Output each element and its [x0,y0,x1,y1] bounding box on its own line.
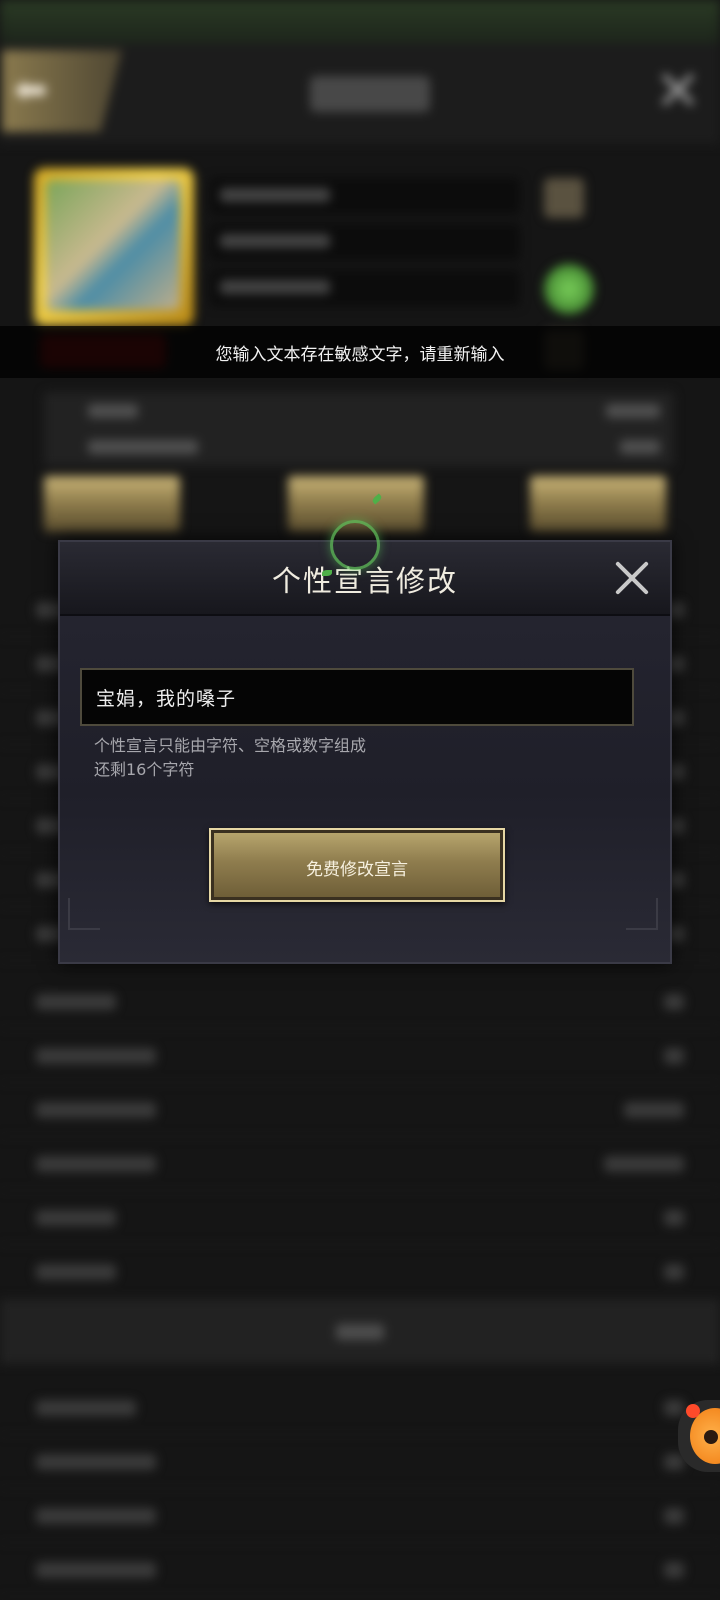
rule-hint: 个性宣言只能由字符、空格或数字组成 [94,736,367,755]
back-arrow-icon: ⬅ [14,67,48,113]
corner-ornament [68,898,100,930]
notification-dot [686,1404,700,1418]
remaining-count: 还剩16个字符 [94,760,195,779]
list-item [0,974,720,1029]
motto-input[interactable] [94,678,618,716]
list-item [0,1244,720,1299]
close-icon[interactable]: ✕ [648,62,708,122]
edit-icon[interactable] [544,178,584,218]
list-item [0,1082,720,1137]
info-row [210,178,520,214]
stat-panel [44,392,674,466]
stat-value [620,440,660,454]
list-item [0,1028,720,1083]
stat-value [606,404,660,418]
list-item [0,1380,720,1435]
stat-label [88,440,198,454]
section-header [0,1300,720,1364]
list-item [0,1190,720,1245]
toast-message: 您输入文本存在敏感文字，请重新输入 [215,344,505,365]
motto-input-box[interactable] [80,668,634,726]
assistant-eye [704,1430,718,1444]
corner-ornament [626,898,658,930]
free-modify-label: 免费修改宣言 [306,860,408,880]
action-button[interactable] [530,476,666,532]
toast-notification: 您输入文本存在敏感文字，请重新输入 [0,326,720,378]
list-item [0,1542,720,1597]
top-banner [0,0,720,50]
info-row [210,270,520,306]
motto-edit-dialog: 个性宣言修改 个性宣言只能由字符、空格或数字组成 还剩16个字符 免费修改宣言 [58,493,672,964]
list-item [0,1434,720,1489]
emblem-icon [544,264,594,314]
list-item [0,1488,720,1543]
close-icon[interactable] [606,552,658,604]
info-row [210,224,520,260]
loading-ring-icon [330,520,380,570]
list-item [0,1136,720,1191]
free-modify-button[interactable]: 免费修改宣言 [209,828,505,902]
leaf-icon [322,570,332,576]
action-button[interactable] [44,476,180,532]
avatar [46,180,180,310]
stat-label [88,404,138,418]
page-title [310,76,430,112]
